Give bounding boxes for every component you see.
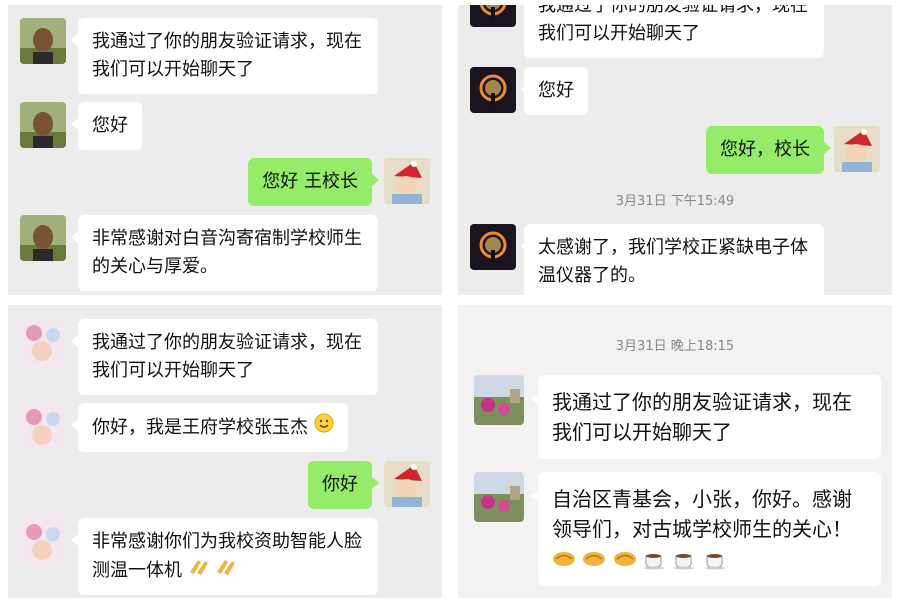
message-bubble[interactable]: 您好 [524, 67, 588, 115]
message-bubble-outgoing[interactable]: 您好，校长 [706, 126, 824, 174]
message-bubble[interactable]: 您好 [78, 102, 142, 150]
child-santa-avatar-icon[interactable] [384, 461, 430, 507]
timestamp: 3月31日 下午15:49 [615, 194, 735, 209]
garden-avatar-icon[interactable] [474, 472, 524, 522]
message-text: 我通过了你的朋友验证请求，现在我们可以开始聊天了 [538, 5, 808, 44]
message-text: 您好 [538, 80, 574, 101]
message-bubble[interactable]: 我通过了你的朋友验证请求，现在我们可以开始聊天了 [538, 375, 881, 459]
clap-emoji-icon [188, 556, 210, 585]
message-text: 自治区青基会，小张，你好。感谢领导们，对古城学校师生的关心！ [552, 487, 852, 541]
timestamp: 3月31日 晚上18:15 [615, 339, 735, 354]
handshake-emoji-icon [582, 548, 606, 578]
sun-glow-avatar-icon[interactable] [470, 224, 516, 270]
message-text: 太感谢了，我们学校正紧缺电子体温仪器了的。 [538, 237, 808, 286]
message-bubble[interactable]: 太感谢了，我们学校正紧缺电子体温仪器了的。 [524, 224, 824, 295]
clap-emoji-icon [215, 556, 237, 585]
message-bubble[interactable]: 自治区青基会，小张，你好。感谢领导们，对古城学校师生的关心！ [538, 472, 881, 586]
message-text: 您好，校长 [720, 139, 810, 160]
child-santa-avatar-icon[interactable] [384, 158, 430, 204]
message-bubble[interactable]: 我通过了你的朋友验证请求，现在我们可以开始聊天了 [78, 319, 378, 395]
message-bubble[interactable]: 我通过了你的朋友验证请求，现在我们可以开始聊天了 [78, 18, 378, 94]
chat-panel-1: 我通过了你的朋友验证请求，现在我们可以开始聊天了 您好 您好 王校长 非常感谢对… [8, 5, 442, 295]
coffee-emoji-icon [673, 548, 697, 578]
message-bubble[interactable]: 我通过了你的朋友验证请求，现在我们可以开始聊天了 [524, 5, 824, 58]
handshake-emoji-icon [552, 548, 576, 578]
message-bubble[interactable]: 你好，我是王府学校张玉杰 [78, 403, 348, 452]
message-bubble-outgoing[interactable]: 你好 [308, 461, 372, 509]
message-text: 你好，我是王府学校张玉杰 [92, 417, 308, 438]
garden-avatar-icon[interactable] [474, 375, 524, 425]
message-text: 您好 王校长 [262, 171, 358, 192]
message-text: 您好 [92, 115, 128, 136]
man-avatar-icon[interactable] [20, 18, 66, 64]
message-text: 我通过了你的朋友验证请求，现在我们可以开始聊天了 [92, 31, 362, 80]
girl-collage-avatar-icon[interactable] [20, 403, 66, 449]
girl-collage-avatar-icon[interactable] [20, 518, 66, 564]
sun-glow-avatar-icon[interactable] [470, 67, 516, 113]
chat-panel-2: 我通过了你的朋友验证请求，现在我们可以开始聊天了 您好 您好，校长 3月31日 … [458, 5, 892, 295]
message-text: 我通过了你的朋友验证请求，现在我们可以开始聊天了 [552, 390, 852, 444]
handshake-emoji-icon [613, 548, 637, 578]
message-text: 我通过了你的朋友验证请求，现在我们可以开始聊天了 [92, 332, 362, 381]
sun-glow-avatar-icon[interactable] [470, 5, 516, 27]
message-text: 你好 [322, 474, 358, 495]
coffee-emoji-icon [704, 548, 728, 578]
message-bubble-outgoing[interactable]: 您好 王校长 [248, 158, 372, 206]
girl-collage-avatar-icon[interactable] [20, 319, 66, 365]
coffee-emoji-icon [643, 548, 667, 578]
man-avatar-icon[interactable] [20, 102, 66, 148]
smile-emoji-icon [314, 413, 334, 442]
message-bubble[interactable]: 非常感谢对白音沟寄宿制学校师生的关心与厚爱。 [78, 215, 378, 291]
message-bubble[interactable]: 非常感谢你们为我校资助智能人脸测温一体机 [78, 518, 378, 595]
child-santa-avatar-icon[interactable] [834, 126, 880, 172]
message-text: 非常感谢对白音沟寄宿制学校师生的关心与厚爱。 [92, 228, 362, 277]
chat-panel-4: 3月31日 晚上18:15 我通过了你的朋友验证请求，现在我们可以开始聊天了 自… [458, 305, 892, 598]
man-avatar-icon[interactable] [20, 215, 66, 261]
chat-panel-3: 我通过了你的朋友验证请求，现在我们可以开始聊天了 你好，我是王府学校张玉杰 你好… [8, 305, 442, 598]
emoji-row [552, 548, 867, 574]
